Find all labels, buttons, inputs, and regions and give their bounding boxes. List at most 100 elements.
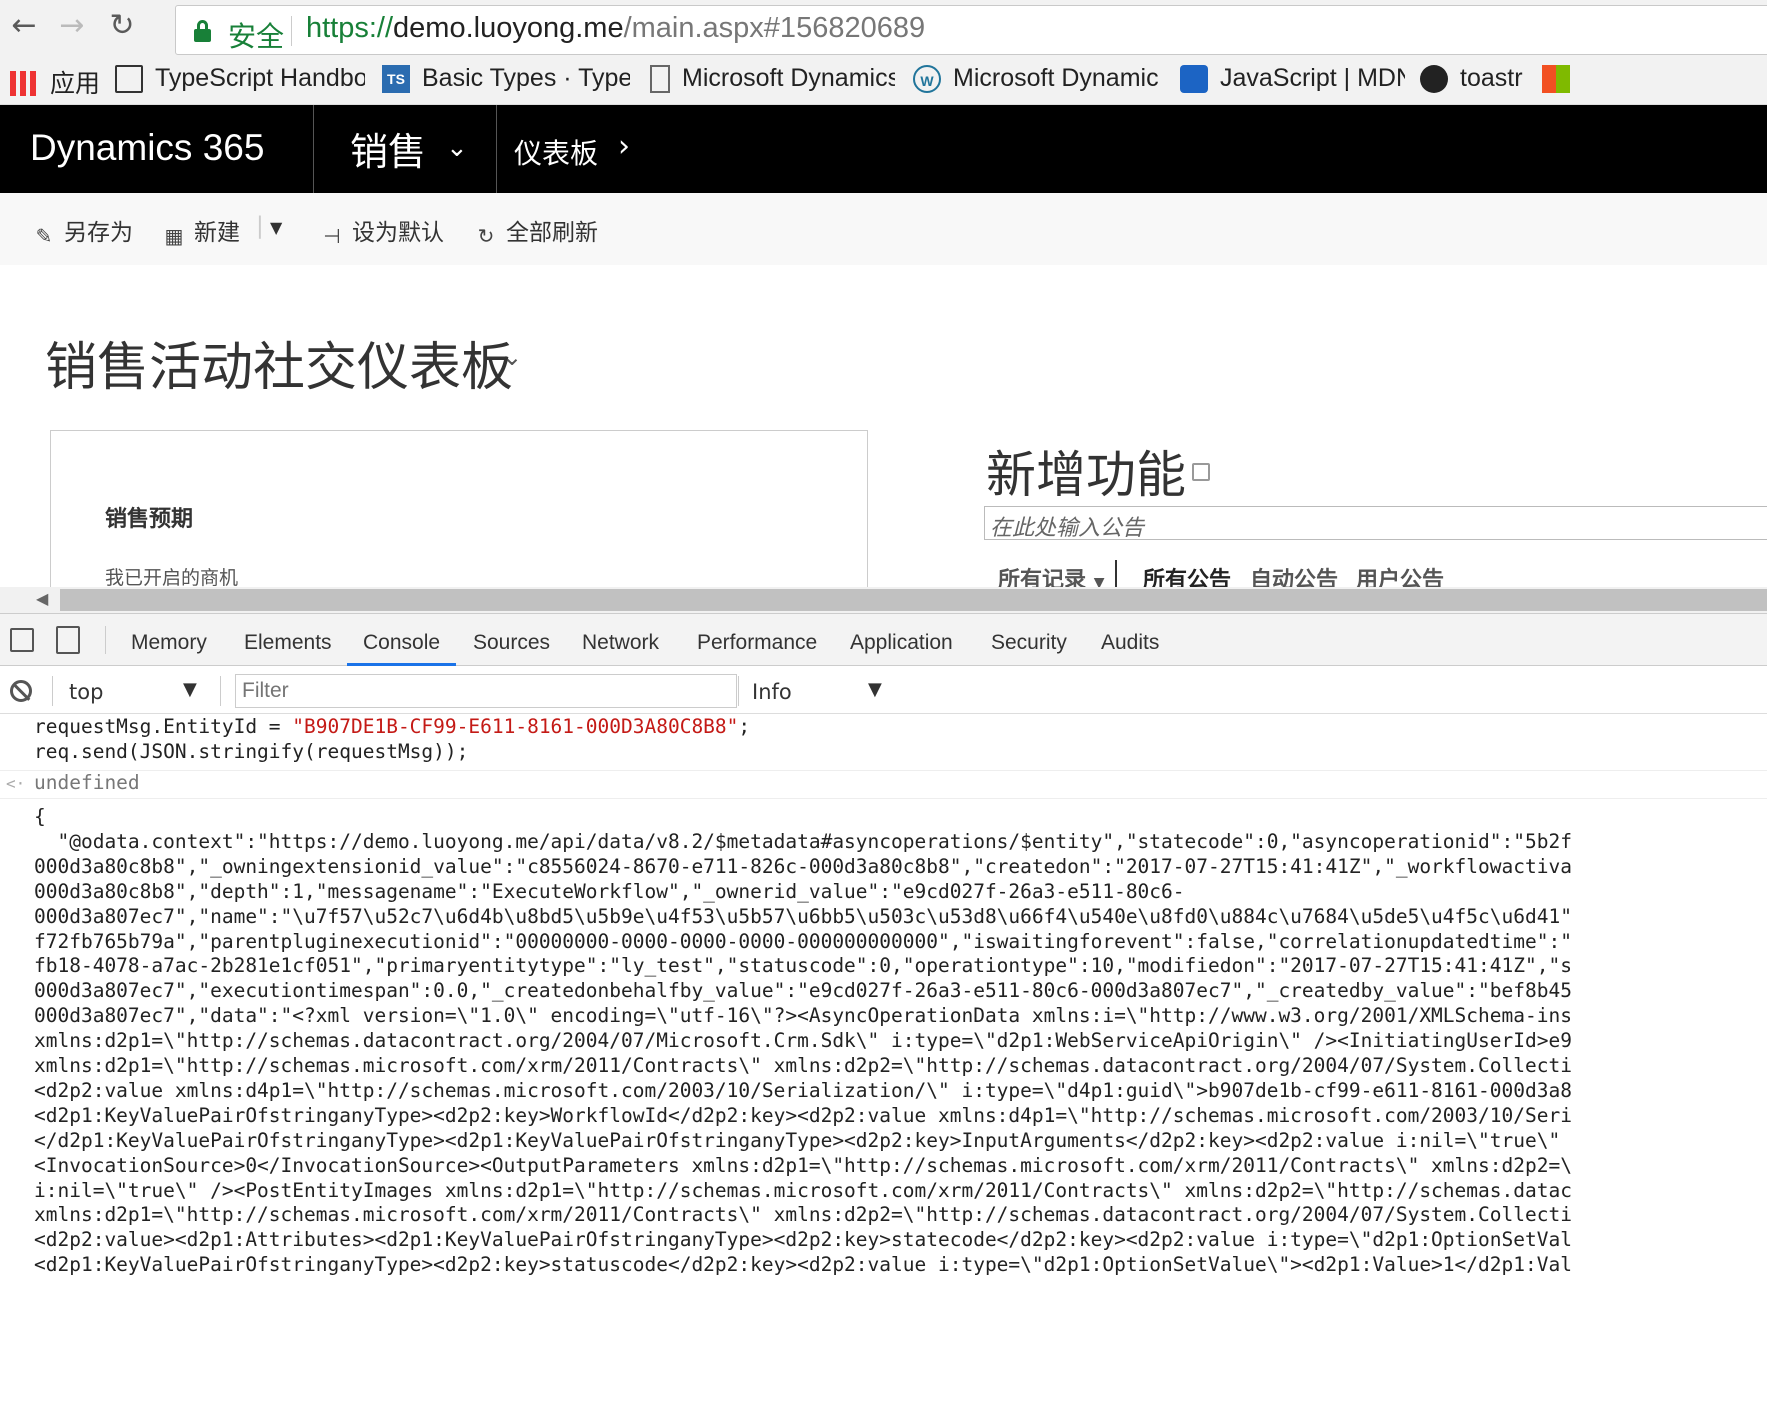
toolbar-separator <box>105 626 106 654</box>
sales-pipeline-panel: 销售预期 我已开启的商机 <box>50 430 868 590</box>
windows-icon <box>1542 65 1570 94</box>
announcement-input[interactable]: 在此处输入公告 <box>984 506 1767 541</box>
console-toolbar: top ▼ Info ▼ <box>0 666 1767 714</box>
area-switcher[interactable]: 仪表板 <box>514 132 598 172</box>
console-output-line: xmlns:d2p1=\"http://schemas.microsoft.co… <box>34 1054 1572 1077</box>
bookmark-typescript-handbook[interactable]: TypeScript Handbo <box>115 64 365 96</box>
device-toolbar-icon[interactable] <box>56 626 80 654</box>
tab-elements[interactable]: Elements <box>244 631 332 655</box>
console-output-line: <d2p2:value xmlns:d4p1=\"http://schemas.… <box>34 1078 1572 1102</box>
mdn-icon <box>1180 65 1208 94</box>
browser-toolbar: ← → ↻ 安全 https://demo.luoyong.me/main.as… <box>0 0 1767 55</box>
bookmark-dynamics-1[interactable]: Microsoft Dynamics <box>650 64 895 96</box>
pin-icon: ⊣ <box>323 224 341 248</box>
tab-audits[interactable]: Audits <box>1101 631 1159 655</box>
tab-performance[interactable]: Performance <box>697 631 817 655</box>
url-text[interactable]: https://demo.luoyong.me/main.aspx#156820… <box>306 12 925 45</box>
save-as-button[interactable]: ✎ 另存为 <box>32 213 133 248</box>
console-output-line: xmlns:d2p1=\"http://schemas.microsoft.co… <box>34 1203 1572 1227</box>
console-result: undefined <box>34 771 140 794</box>
console-output-line: 000d3a807ec7","name":"\u7f57\u52c7\u6d4b… <box>34 904 1572 928</box>
toolbar-separator <box>52 676 53 706</box>
dropdown-arrow-icon[interactable]: ▼ <box>183 679 197 700</box>
console-output-line: fb18-4078-a7ac-2b281e1cf051","primaryent… <box>34 954 1572 978</box>
console-output-line: </d2p1:KeyValuePairOfstringanyType><d2p1… <box>34 1128 1561 1152</box>
console-output-line: 000d3a807ec7","executiontimespan":0.0,"_… <box>34 979 1572 1003</box>
new-dropdown-icon[interactable]: ▼ <box>270 218 282 237</box>
log-divider <box>0 770 1767 771</box>
page-title: 销售活动社交仪表板 <box>45 338 514 398</box>
wordpress-icon: W <box>913 65 941 94</box>
forward-button[interactable]: → <box>52 6 92 46</box>
console-output-line: 000d3a807ec7","data":"<?xml version=\"1.… <box>34 1004 1572 1028</box>
context-selector[interactable]: top <box>69 680 103 704</box>
console-output-line: xmlns:d2p1=\"http://schemas.datacontract… <box>34 1029 1572 1053</box>
console-output-line: <d2p2:value><d2p1:Attributes><d2p1:KeyVa… <box>34 1228 1572 1252</box>
bookmark-dynamics-2[interactable]: W Microsoft Dynamic <box>913 64 1163 96</box>
nav-divider <box>313 105 314 193</box>
console-input-line: requestMsg.EntityId = "B907DE1B-CF99-E61… <box>34 715 751 738</box>
announcement-placeholder: 在此处输入公告 <box>990 516 1145 541</box>
console-output-line: <d2p1:KeyValuePairOfstringanyType><d2p2:… <box>34 1103 1572 1127</box>
tab-network[interactable]: Network <box>582 631 659 655</box>
toolbar-separator <box>220 676 221 706</box>
refresh-all-button[interactable]: ↻ 全部刷新 <box>474 213 598 248</box>
inspect-element-icon[interactable] <box>10 628 34 652</box>
apps-grid-icon <box>10 71 38 96</box>
refresh-icon: ↻ <box>477 224 495 248</box>
news-title: 新增功能 <box>986 446 1186 504</box>
toolbar-separator <box>738 676 739 706</box>
back-button[interactable]: ← <box>4 6 44 46</box>
tab-sources[interactable]: Sources <box>473 631 550 655</box>
tab-application[interactable]: Application <box>850 631 953 655</box>
console-output-line: "@odata.context":"https://demo.luoyong.m… <box>34 829 1572 853</box>
console-output-line: 000d3a80c8b8","depth":1,"messagename":"E… <box>34 879 1185 903</box>
devtools-panel: Memory Elements Console Sources Network … <box>0 613 1767 1425</box>
address-bar[interactable]: 安全 https://demo.luoyong.me/main.aspx#156… <box>175 5 1767 55</box>
horizontal-scrollbar[interactable]: ◀ <box>0 587 1767 613</box>
new-button[interactable]: ▦ 新建 <box>162 213 240 248</box>
book-icon <box>115 65 143 94</box>
command-bar: ✎ 另存为 ▦ 新建 | ▼ ⊣ 设为默认 ↻ 全部刷新 <box>0 193 1767 265</box>
crm-nav-bar: Dynamics 365 销售 ⌄ 仪表板 › <box>0 105 1767 193</box>
reload-button[interactable]: ↻ <box>102 6 142 46</box>
console-log: requestMsg.EntityId = "B907DE1B-CF99-E61… <box>0 714 1767 1425</box>
bookmark-basic-types[interactable]: TS Basic Types · TypeS <box>382 64 630 96</box>
tab-memory[interactable]: Memory <box>131 631 207 655</box>
scroll-left-icon[interactable]: ◀ <box>36 589 48 608</box>
ts-icon: TS <box>382 65 410 94</box>
brand-logo[interactable]: Dynamics 365 <box>30 127 264 169</box>
console-input-line: req.send(JSON.stringify(requestMsg)); <box>34 740 469 763</box>
security-label: 安全 <box>228 20 285 53</box>
chevron-down-icon[interactable]: ⌄ <box>502 343 522 371</box>
save-as-icon: ✎ <box>35 224 53 248</box>
console-output-line: i:nil=\"true\" /><PostEntityImages xmlns… <box>34 1178 1572 1202</box>
filter-separator <box>1115 560 1117 588</box>
set-default-button[interactable]: ⊣ 设为默认 <box>320 213 444 248</box>
chevron-right-icon[interactable]: › <box>618 129 630 164</box>
app-switcher[interactable]: 销售 <box>350 121 426 176</box>
console-output-line: f72fb765b79a","parentpluginexecutionid":… <box>34 929 1572 953</box>
filter-input[interactable] <box>236 675 736 707</box>
page-icon <box>650 65 670 94</box>
clear-console-icon[interactable] <box>10 680 32 702</box>
bookmark-mdn[interactable]: JavaScript | MDN <box>1180 64 1405 96</box>
log-level-selector[interactable]: Info <box>752 680 792 704</box>
panel-subtitle[interactable]: 我已开启的商机 <box>105 563 238 590</box>
dropdown-arrow-icon[interactable]: ▼ <box>868 679 882 700</box>
lock-icon <box>194 20 211 42</box>
panel-title: 销售预期 <box>105 507 194 532</box>
bookmark-toastr[interactable]: toastr <box>1420 64 1535 96</box>
console-output-line: <d2p1:KeyValuePairOfstringanyType><d2p2:… <box>34 1253 1572 1277</box>
bookmark-windows[interactable] <box>1542 64 1572 96</box>
scrollbar-thumb[interactable] <box>60 589 1767 611</box>
tab-security[interactable]: Security <box>991 631 1067 655</box>
bookmark-apps[interactable]: 应用 <box>10 64 100 96</box>
popout-icon[interactable] <box>1192 463 1210 481</box>
tab-console[interactable]: Console <box>363 631 440 655</box>
console-filter[interactable] <box>235 674 737 708</box>
devtools-tabbar: Memory Elements Console Sources Network … <box>0 614 1767 666</box>
new-grid-icon: ▦ <box>164 224 184 248</box>
console-output-line: <InvocationSource>0</InvocationSource><O… <box>34 1153 1572 1177</box>
chevron-down-icon[interactable]: ⌄ <box>446 133 468 163</box>
